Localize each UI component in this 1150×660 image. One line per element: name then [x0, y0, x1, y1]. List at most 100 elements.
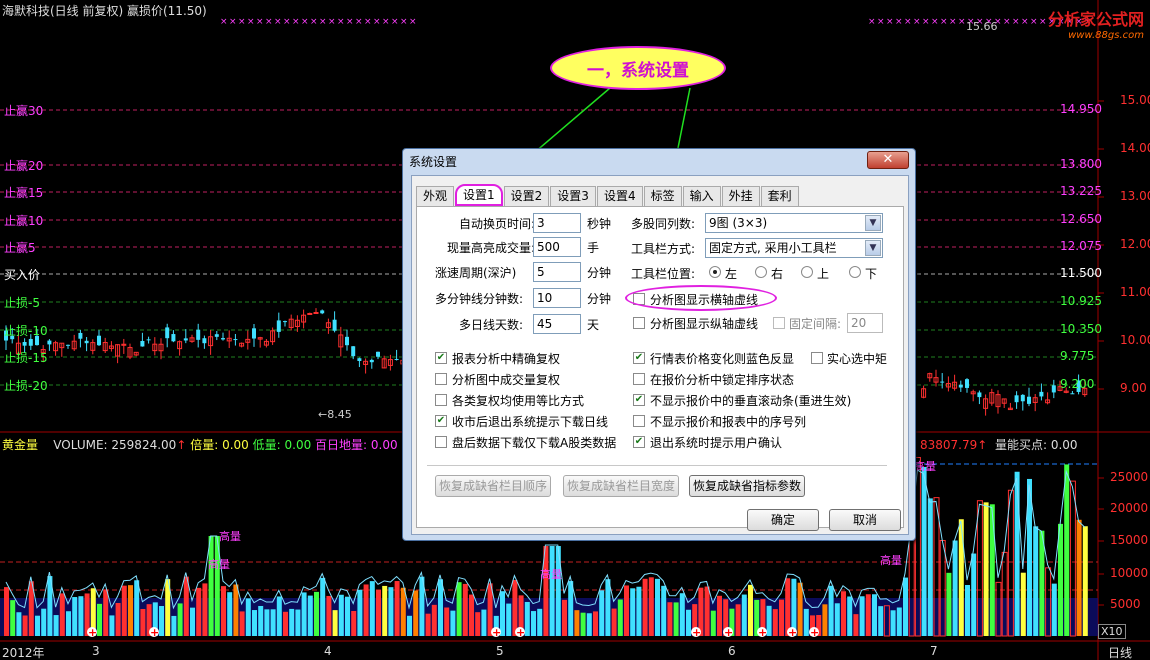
chart-title: 海默科技(日线 前复权) 赢损价(11.50): [2, 4, 207, 18]
restore-order-button[interactable]: 恢复成缺省栏目顺序: [435, 475, 551, 497]
bei-value: 0.00: [222, 438, 249, 452]
toolbar-mode-label: 工具栏方式:: [631, 242, 696, 256]
volume-bar: [853, 614, 859, 636]
volume-bar: [636, 586, 642, 636]
tab-8[interactable]: 套利: [760, 186, 799, 206]
tab-2[interactable]: 设置2: [503, 186, 550, 206]
volume-bar: [444, 607, 450, 636]
top-x-marker: ×: [319, 17, 327, 27]
toolbar-pos-bottom-radio[interactable]: [849, 266, 861, 278]
multiday-input[interactable]: 45: [533, 314, 581, 334]
v-grid-checkbox[interactable]: [633, 317, 645, 329]
top-x-marker: ×: [400, 17, 408, 27]
multistock-select[interactable]: 9图 (3×3) ▼: [705, 213, 883, 233]
volume-bar: [363, 584, 369, 636]
left-option-checkbox[interactable]: ✔: [435, 415, 447, 427]
fixed-interval-checkbox[interactable]: [773, 317, 785, 329]
volume-bar: [704, 586, 710, 636]
right-option-checkbox[interactable]: ✔: [633, 352, 645, 364]
volume-bar: [264, 609, 270, 636]
restore-width-button[interactable]: 恢复成缺省栏目宽度: [563, 475, 679, 497]
solid-select-checkbox[interactable]: [811, 352, 823, 364]
hilite-input[interactable]: 500: [533, 237, 581, 257]
auto-page-label: 自动换页时间:: [459, 217, 536, 231]
candle-body: [1051, 385, 1056, 393]
volume-bar: [872, 594, 877, 636]
right-option-checkbox[interactable]: ✔: [633, 436, 645, 448]
volume-bar: [388, 587, 394, 636]
right-option-checkbox[interactable]: [633, 373, 645, 385]
tab-4[interactable]: 设置4: [596, 186, 643, 206]
tab-3[interactable]: 设置3: [550, 186, 596, 206]
ok-button[interactable]: 确定: [747, 509, 819, 531]
top-x-marker: ×: [1012, 17, 1020, 27]
top-x-marker: ×: [247, 17, 255, 27]
top-x-marker: ×: [337, 17, 345, 27]
buy-point-cross: +: [788, 626, 797, 639]
candle-body: [28, 338, 33, 346]
tab-7[interactable]: 外挂: [721, 186, 760, 206]
candle-body: [369, 359, 374, 363]
fixed-interval-input[interactable]: 20: [847, 313, 883, 333]
volume-bar: [1076, 519, 1082, 636]
chevron-down-icon[interactable]: ▼: [865, 215, 881, 231]
toolbar-mode-select[interactable]: 固定方式, 采用小工具栏 ▼: [705, 238, 883, 258]
top-x-marker: ×: [949, 17, 957, 27]
top-x-marker: ×: [886, 17, 894, 27]
volume-bar: [946, 572, 952, 636]
volume-bar: [16, 612, 22, 636]
top-x-marker: ×: [877, 17, 885, 27]
top-x-marker: ×: [346, 17, 354, 27]
candle-body: [66, 344, 70, 346]
volume-bar: [332, 610, 338, 636]
chevron-down-icon[interactable]: ▼: [865, 240, 881, 256]
volume-bar: [190, 607, 195, 636]
volume-label: VOLUME:: [53, 438, 108, 452]
period-label[interactable]: 日线: [1108, 644, 1132, 660]
volume-bar: [475, 612, 481, 636]
left-option-label: 盘后数据下载仅下载A股类数据: [452, 436, 617, 450]
left-option-checkbox[interactable]: [435, 394, 447, 406]
price-axis-tick: 9.00: [1120, 381, 1147, 395]
buy-point-cross: +: [810, 626, 819, 639]
level-value-right: 9.200: [1060, 377, 1095, 391]
left-option-checkbox[interactable]: [435, 373, 447, 385]
volume-axis-tick: 25000: [1110, 470, 1149, 484]
candle-body: [965, 379, 969, 388]
toolbar-pos-top-radio[interactable]: [801, 266, 813, 278]
tab-5[interactable]: 标签: [643, 186, 682, 206]
low-price-marker: ←8.45: [318, 408, 352, 421]
tab-6[interactable]: 输入: [682, 186, 721, 206]
restore-params-button[interactable]: 恢复成缺省指标参数: [689, 475, 805, 497]
tab-0[interactable]: 外观: [416, 186, 455, 206]
volume-bar: [568, 581, 574, 636]
volume-bar: [314, 591, 319, 636]
toolbar-pos-right-radio[interactable]: [755, 266, 767, 278]
volume-bar: [661, 585, 667, 636]
level-label-left: 买入价: [4, 268, 41, 282]
left-option-checkbox[interactable]: ✔: [435, 352, 447, 364]
volume-bar: [642, 578, 648, 636]
right-option-label: 不显示报价和报表中的序号列: [650, 415, 807, 429]
multimin-input[interactable]: 10: [533, 288, 581, 308]
volume-bar: [841, 591, 846, 636]
volume-bar: [413, 590, 419, 636]
auto-page-input[interactable]: 3: [533, 213, 581, 233]
volume-bar: [326, 595, 332, 636]
close-button[interactable]: ✕: [867, 151, 909, 169]
left-option-checkbox[interactable]: [435, 436, 447, 448]
speed-input[interactable]: 5: [533, 262, 581, 282]
toolbar-pos-top-label: 上: [817, 267, 830, 281]
buy-point-cross: +: [724, 626, 733, 639]
level-label-left: 止损-20: [4, 379, 48, 393]
volume-bar: [109, 615, 115, 636]
right-option-checkbox[interactable]: [633, 415, 645, 427]
logo-main-text: 分析家公式网: [1047, 10, 1144, 29]
volume-bar: [283, 611, 288, 636]
level-value-right: 9.775: [1060, 349, 1095, 363]
candle-body: [221, 338, 225, 340]
cancel-button[interactable]: 取消: [829, 509, 901, 531]
toolbar-pos-left-radio[interactable]: [709, 266, 721, 278]
right-option-checkbox[interactable]: ✔: [633, 394, 645, 406]
tab-1[interactable]: 设置1: [455, 184, 503, 206]
